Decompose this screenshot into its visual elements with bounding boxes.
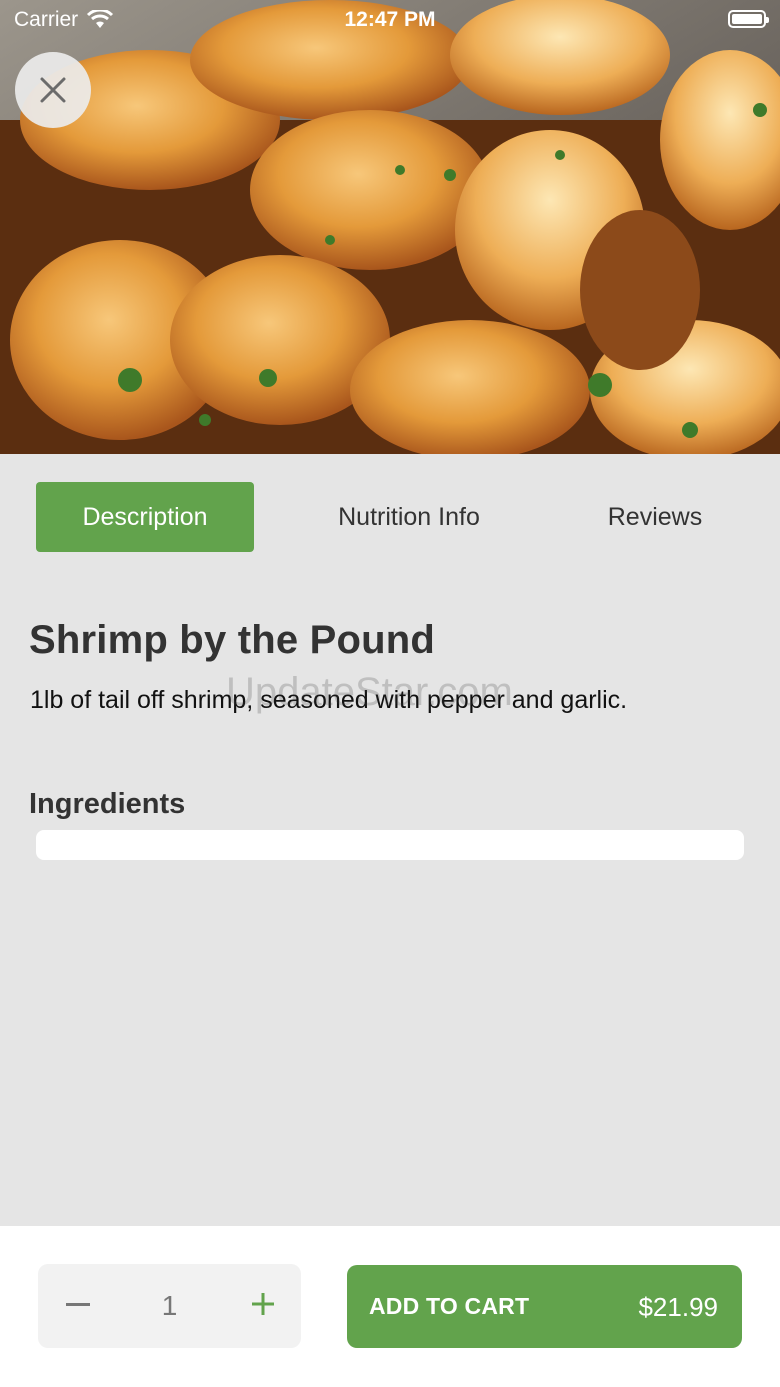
ingredients-heading: Ingredients	[29, 788, 186, 820]
plus-icon	[252, 1293, 274, 1315]
tab-reviews[interactable]: Reviews	[560, 482, 750, 552]
product-title: Shrimp by the Pound	[29, 618, 436, 662]
shrimp-photo	[0, 0, 780, 454]
tab-description[interactable]: Description	[36, 482, 254, 552]
ingredients-list	[36, 830, 744, 860]
bottom-bar: 1 ADD TO CART $21.99	[0, 1226, 780, 1387]
tab-nutrition-info[interactable]: Nutrition Info	[300, 482, 518, 552]
close-button[interactable]	[15, 52, 91, 128]
add-to-cart-label: ADD TO CART	[369, 1293, 530, 1319]
tab-bar: Description Nutrition Info Reviews	[0, 482, 780, 552]
status-time: 12:47 PM	[344, 8, 436, 31]
quantity-stepper: 1	[38, 1264, 301, 1348]
add-to-cart-button[interactable]: ADD TO CART $21.99	[347, 1265, 742, 1348]
product-image: Carrier 12:47 PM	[0, 0, 780, 454]
price-label: $21.99	[638, 1292, 718, 1322]
status-bar: Carrier 12:47 PM	[0, 0, 780, 40]
battery-icon	[728, 10, 769, 28]
increment-button[interactable]	[249, 1290, 277, 1318]
product-description: 1lb of tail off shrimp, seasoned with pe…	[30, 686, 628, 714]
close-icon	[40, 77, 66, 103]
